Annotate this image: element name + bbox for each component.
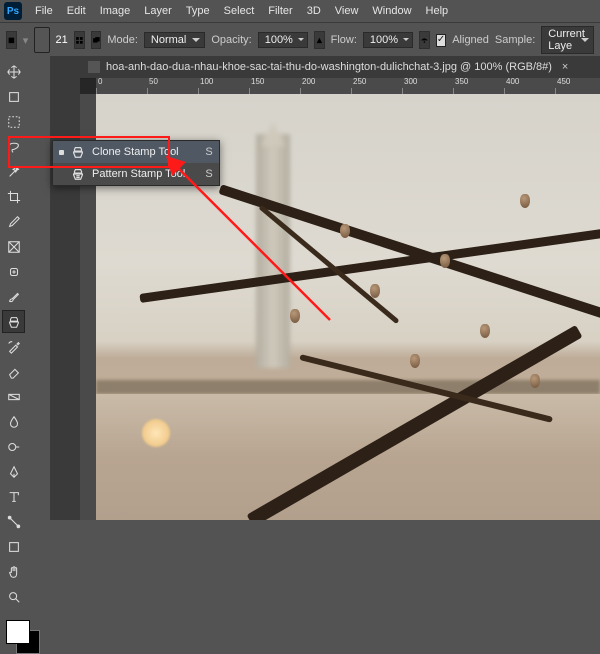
menu-select[interactable]: Select (217, 5, 262, 17)
airbrush-icon[interactable] (419, 31, 430, 49)
menubar: Ps File Edit Image Layer Type Select Fil… (0, 0, 600, 23)
flyout-pattern-stamp[interactable]: Pattern Stamp Tool S (53, 163, 219, 185)
flyout-item-label: Clone Stamp Tool (92, 146, 185, 158)
lasso-tool-icon[interactable] (2, 135, 25, 158)
frame-tool-icon[interactable] (2, 235, 25, 258)
shape-tool-icon[interactable] (2, 535, 25, 558)
sample-select[interactable]: Current Laye (541, 26, 594, 54)
menu-3d[interactable]: 3D (300, 5, 328, 17)
document-area: hoa-anh-dao-dua-nhau-khoe-sac-tai-thu-do… (80, 56, 600, 520)
ruler-mark: 400 (506, 78, 519, 86)
flow-label: Flow: (331, 34, 357, 46)
clone-stamp-icon (70, 144, 86, 160)
image-bud (290, 309, 300, 323)
clone-stamp-tool-icon[interactable] (2, 310, 25, 333)
menu-edit[interactable]: Edit (60, 5, 93, 17)
gradient-tool-icon[interactable] (2, 385, 25, 408)
menu-help[interactable]: Help (419, 5, 456, 17)
mode-label: Mode: (107, 34, 138, 46)
clone-source-icon[interactable] (91, 31, 102, 49)
app-logo[interactable]: Ps (4, 2, 22, 20)
flow-value[interactable]: 100% (363, 32, 413, 48)
history-brush-tool-icon[interactable] (2, 335, 25, 358)
image-bud (440, 254, 450, 268)
document-tab-title: hoa-anh-dao-dua-nhau-khoe-sac-tai-thu-do… (106, 61, 552, 73)
flyout-item-key: S (205, 146, 212, 158)
close-tab-icon[interactable]: × (562, 61, 568, 73)
eyedropper-tool-icon[interactable] (2, 210, 25, 233)
ruler-mark: 100 (200, 78, 213, 86)
foreground-color[interactable] (6, 620, 30, 644)
options-bar: ▾ 21 Mode: Normal Opacity: 100% Flow: 10… (0, 23, 600, 58)
eraser-tool-icon[interactable] (2, 360, 25, 383)
tool-preset-icon[interactable] (6, 31, 17, 49)
menu-filter[interactable]: Filter (261, 5, 299, 17)
color-swatches[interactable] (6, 620, 40, 654)
workspace: hoa-anh-dao-dua-nhau-khoe-sac-tai-thu-do… (0, 56, 600, 520)
wand-tool-icon[interactable] (2, 160, 25, 183)
ruler-mark: 150 (251, 78, 264, 86)
hand-tool-icon[interactable] (2, 560, 25, 583)
image-bud (530, 374, 540, 388)
zoom-tool-icon[interactable] (2, 585, 25, 608)
image-bud (340, 224, 350, 238)
opacity-value[interactable]: 100% (258, 32, 308, 48)
mode-select[interactable]: Normal (144, 32, 205, 48)
ruler-mark: 450 (557, 78, 570, 86)
aligned-label: Aligned (452, 34, 489, 46)
menu-window[interactable]: Window (365, 5, 418, 17)
brush-preview[interactable] (34, 27, 49, 53)
move-tool-icon[interactable] (2, 60, 25, 83)
crop-tool-icon[interactable] (2, 185, 25, 208)
path-tool-icon[interactable] (2, 510, 25, 533)
brush-size[interactable]: 21 (56, 34, 68, 46)
document-tab-icon (88, 61, 100, 73)
flyout-item-key: S (205, 168, 212, 180)
image-bud (410, 354, 420, 368)
tool-flyout: Clone Stamp Tool S Pattern Stamp Tool S (52, 140, 220, 186)
flyout-clone-stamp[interactable]: Clone Stamp Tool S (53, 141, 219, 163)
pattern-stamp-icon (70, 166, 86, 182)
brush-tool-icon[interactable] (2, 285, 25, 308)
menu-file[interactable]: File (28, 5, 60, 17)
ruler-mark: 50 (149, 78, 158, 86)
menu-view[interactable]: View (328, 5, 366, 17)
image-shoreline (96, 380, 600, 394)
brush-panel-icon[interactable] (74, 31, 85, 49)
document-tab[interactable]: hoa-anh-dao-dua-nhau-khoe-sac-tai-thu-do… (80, 56, 600, 79)
dodge-tool-icon[interactable] (2, 435, 25, 458)
healing-tool-icon[interactable] (2, 260, 25, 283)
ruler-horizontal[interactable]: 0 50 100 150 200 250 300 350 400 450 500 (96, 78, 600, 95)
image-bud (480, 324, 490, 338)
menu-image[interactable]: Image (93, 5, 138, 17)
opacity-label: Opacity: (211, 34, 251, 46)
tools-panel (0, 56, 51, 520)
image-monument (256, 134, 290, 368)
ruler-mark: 300 (404, 78, 417, 86)
ruler-mark: 350 (455, 78, 468, 86)
image-bud (370, 284, 380, 298)
ruler-mark: 250 (353, 78, 366, 86)
ruler-mark: 0 (98, 78, 102, 86)
panel-gutter (50, 56, 81, 520)
menu-type[interactable]: Type (179, 5, 217, 17)
pressure-opacity-icon[interactable] (314, 31, 325, 49)
pen-tool-icon[interactable] (2, 460, 25, 483)
menu-layer[interactable]: Layer (137, 5, 179, 17)
flyout-selected-icon (59, 150, 64, 155)
image-sun-reflection (142, 419, 170, 447)
image-bud (520, 194, 530, 208)
ruler-mark: 200 (302, 78, 315, 86)
marquee-tool-icon[interactable] (2, 110, 25, 133)
aligned-checkbox[interactable]: ✓ (436, 34, 446, 47)
flyout-item-label: Pattern Stamp Tool (92, 168, 185, 180)
sample-label: Sample: (495, 34, 535, 46)
type-tool-icon[interactable] (2, 485, 25, 508)
blur-tool-icon[interactable] (2, 410, 25, 433)
artboard-tool-icon[interactable] (2, 85, 25, 108)
